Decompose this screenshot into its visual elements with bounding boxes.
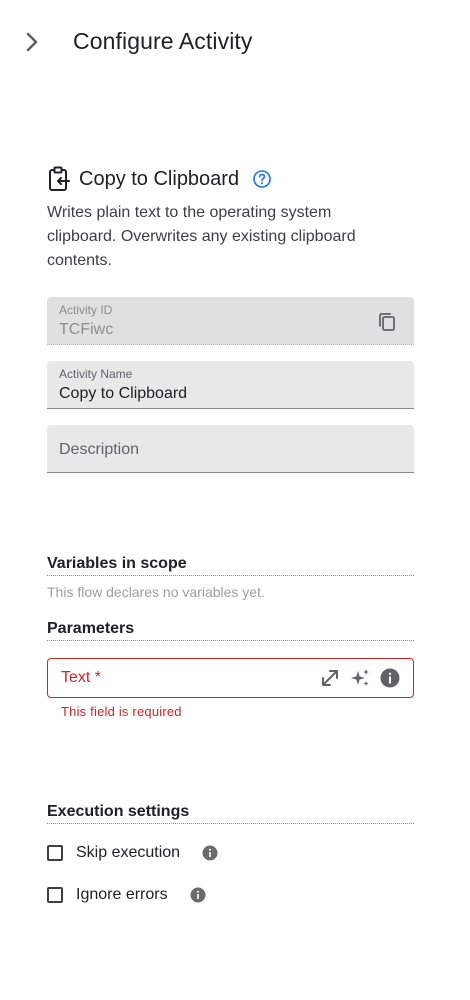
activity-id-label: Activity ID: [59, 303, 113, 317]
skip-execution-label[interactable]: Skip execution: [76, 844, 180, 862]
sparkles-icon[interactable]: [349, 667, 371, 689]
description-field[interactable]: Description: [47, 425, 414, 473]
clipboard-icon: [49, 166, 70, 191]
info-icon[interactable]: [202, 845, 218, 861]
info-icon[interactable]: [379, 667, 401, 689]
skip-execution-checkbox[interactable]: [47, 845, 63, 861]
copy-icon[interactable]: [376, 311, 398, 333]
activity-id-value: TCFiwc: [59, 321, 114, 338]
text-field-actions: [319, 667, 401, 689]
activity-title: Copy to Clipboard: [79, 167, 240, 190]
chevron-right-icon[interactable]: [24, 30, 42, 54]
activity-name-value[interactable]: Copy to Clipboard: [59, 385, 187, 403]
expand-icon[interactable]: [319, 667, 341, 689]
variables-empty-text: This flow declares no variables yet.: [47, 584, 265, 600]
text-parameter-field[interactable]: Text *: [47, 658, 414, 698]
text-label-text: Text: [61, 669, 91, 686]
activity-description: Writes plain text to the operating syste…: [47, 204, 356, 269]
activity-heading: Copy to Clipboard: [47, 164, 272, 194]
text-field-label: Text *: [61, 669, 101, 687]
page-title: Configure Activity: [73, 28, 253, 54]
activity-name-field[interactable]: Activity Name Copy to Clipboard: [47, 361, 414, 409]
variables-section-title: Variables in scope: [47, 555, 414, 576]
text-field-error: This field is required: [61, 704, 182, 719]
required-marker: *: [90, 669, 102, 686]
help-icon[interactable]: [252, 169, 272, 189]
info-icon[interactable]: [190, 887, 206, 903]
panel-header: Configure Activity: [0, 0, 470, 84]
ignore-errors-label[interactable]: Ignore errors: [76, 886, 168, 904]
parameters-section-title: Parameters: [47, 620, 414, 641]
execution-section-title: Execution settings: [47, 803, 414, 824]
activity-name-label: Activity Name: [59, 367, 133, 381]
description-placeholder: Description: [59, 441, 140, 458]
ignore-errors-row: Ignore errors: [47, 884, 206, 906]
ignore-errors-checkbox[interactable]: [47, 887, 63, 903]
activity-id-field: Activity ID TCFiwc: [47, 297, 414, 345]
skip-execution-row: Skip execution: [47, 842, 218, 864]
